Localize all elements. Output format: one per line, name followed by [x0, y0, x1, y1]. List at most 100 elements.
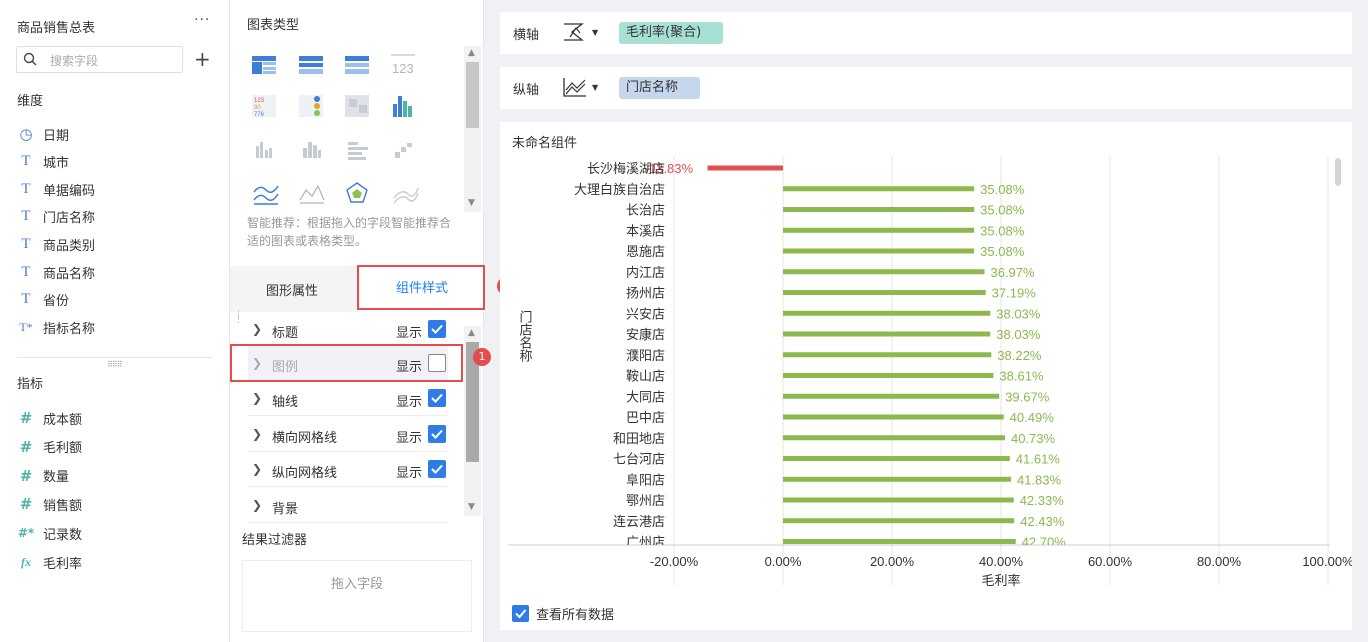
view-all-data[interactable]: 查看所有数据: [512, 604, 614, 623]
dim-field-1[interactable]: T 城市: [17, 152, 69, 172]
app: 商品销售总表 ··· 搜索字段 + 维度 ◷ 日期 T 城市 T 单据编码 T 门店名称 T 商品…: [0, 0, 1368, 642]
bar[interactable]: [783, 373, 994, 378]
bar[interactable]: [783, 393, 1000, 399]
sort-axis-icon[interactable]: [562, 21, 588, 43]
number-card-icon[interactable]: 123: [391, 54, 415, 76]
mea-field-2[interactable]: # 数量: [17, 466, 69, 486]
bar[interactable]: [783, 456, 1010, 461]
x-tick-label: 60.00%: [1088, 554, 1133, 569]
chevron-right-icon[interactable]: ❯: [252, 462, 262, 476]
category-label: 七台河店: [613, 453, 665, 468]
bar[interactable]: [783, 435, 1005, 441]
field-label: 指标名称: [43, 321, 96, 337]
chevron-right-icon[interactable]: ❯: [252, 427, 262, 441]
area-line-icon[interactable]: [299, 184, 325, 204]
bar[interactable]: [783, 331, 991, 337]
prop-label: 纵向网格线: [272, 466, 338, 481]
line-chart-icon[interactable]: [253, 185, 279, 205]
line-axis-icon[interactable]: [562, 76, 588, 98]
category-label: 鄂州店: [626, 494, 665, 509]
bar[interactable]: [783, 352, 992, 358]
prop-row-5[interactable]: ❯ 背景: [248, 489, 448, 523]
scroll-up-icon[interactable]: ▲: [468, 48, 475, 58]
scroll-thumb[interactable]: [1335, 158, 1341, 186]
bar[interactable]: [783, 497, 1014, 503]
show-checkbox[interactable]: [428, 425, 446, 443]
bar[interactable]: [783, 290, 986, 295]
table-group-icon[interactable]: [299, 56, 323, 74]
show-checkbox[interactable]: [428, 460, 446, 478]
table-cross-icon[interactable]: [345, 56, 369, 74]
chevron-right-icon[interactable]: ❯: [252, 391, 262, 405]
table-detail-icon[interactable]: [252, 56, 276, 74]
bar[interactable]: [707, 165, 783, 171]
scroll-down-icon[interactable]: ▼: [468, 198, 475, 208]
mea-field-4[interactable]: #* 记录数: [17, 523, 82, 543]
mea-field-3[interactable]: # 销售额: [17, 494, 82, 514]
prop-row-4[interactable]: ❯ 纵向网格线 显示: [248, 453, 448, 487]
view-all-checkbox[interactable]: [512, 605, 529, 622]
prop-label: 背景: [272, 502, 299, 517]
bar-chart-color-icon[interactable]: [393, 96, 412, 117]
y-axis-field-pill[interactable]: 门店名称: [619, 77, 701, 99]
bar[interactable]: [783, 539, 1016, 544]
bar[interactable]: [783, 186, 975, 192]
bar[interactable]: [783, 310, 991, 316]
horizontal-bar-icon[interactable]: [348, 142, 368, 160]
bar[interactable]: [783, 414, 1004, 420]
heatmap-icon[interactable]: [345, 95, 369, 117]
prop-row-0[interactable]: ❯ 标题 显示: [248, 313, 448, 347]
more-icon[interactable]: ···: [194, 12, 210, 28]
bar[interactable]: [783, 207, 975, 212]
tab-graph-props[interactable]: 图形属性: [266, 280, 318, 299]
dim-field-6[interactable]: T 省份: [17, 290, 69, 310]
bar-value-label: 40.73%: [1011, 431, 1056, 446]
mea-field-5[interactable]: fx 毛利率: [17, 552, 82, 572]
mea-field-1[interactable]: # 毛利额: [17, 437, 82, 457]
stream-chart-icon[interactable]: [393, 187, 419, 204]
bar[interactable]: [783, 518, 1015, 524]
chevron-right-icon[interactable]: ❯: [252, 498, 262, 512]
svg-text:90: 90: [254, 105, 261, 111]
dim-field-2[interactable]: T 单据编码: [17, 179, 95, 199]
dim-field-7[interactable]: T* 指标名称: [17, 317, 95, 337]
bar[interactable]: [783, 269, 985, 275]
show-checkbox[interactable]: [428, 320, 446, 338]
field-label: 毛利额: [43, 441, 83, 457]
radar-chart-icon[interactable]: [346, 182, 368, 203]
dim-field-0[interactable]: ◷ 日期: [17, 124, 69, 144]
chart-scrollbar[interactable]: [1334, 156, 1342, 586]
chevron-right-icon[interactable]: ❯: [252, 322, 262, 336]
dim-field-3[interactable]: T 门店名称: [17, 207, 95, 227]
bar[interactable]: [783, 227, 975, 233]
add-icon[interactable]: +: [194, 49, 211, 69]
waterfall-icon[interactable]: [395, 143, 412, 158]
field-label: 商品名称: [43, 266, 96, 282]
chevron-down-icon[interactable]: ▼: [592, 83, 598, 92]
bar[interactable]: [783, 248, 975, 254]
scroll-up-icon[interactable]: ▲: [468, 328, 475, 338]
resize-grip-icon[interactable]: ⠿⠿⠿: [107, 360, 123, 369]
dim-field-5[interactable]: T 商品名称: [17, 262, 95, 282]
x-axis-field-pill[interactable]: 毛利率(聚合): [619, 22, 724, 44]
bar[interactable]: [783, 476, 1011, 482]
prop-row-3[interactable]: ❯ 横向网格线 显示: [248, 418, 448, 452]
hash-icon: #: [19, 466, 33, 485]
scroll-down-icon[interactable]: ▼: [468, 502, 475, 512]
prop-row-2[interactable]: ❯ 轴线 显示: [248, 382, 448, 416]
filter-drop-zone[interactable]: 拖入字段: [242, 560, 472, 632]
grouped-bar-icon[interactable]: [256, 142, 272, 158]
dim-field-4[interactable]: T 商品类别: [17, 234, 95, 254]
mea-field-0[interactable]: # 成本额: [17, 408, 82, 428]
show-checkbox[interactable]: [428, 389, 446, 407]
stacked-bar-icon[interactable]: [303, 142, 321, 158]
show-label: 显示: [396, 395, 423, 410]
dot-table-icon[interactable]: [299, 95, 323, 117]
colored-table-icon[interactable]: 12390776: [252, 95, 276, 118]
search-field[interactable]: 搜索字段: [16, 46, 183, 73]
chart-type-scrollbar[interactable]: ▲ ▼: [464, 46, 481, 212]
chevron-down-icon[interactable]: ▼: [592, 28, 598, 37]
x-axis-bar: 横轴 ▼ 毛利率(聚合): [500, 12, 1352, 54]
scroll-thumb[interactable]: [466, 62, 479, 128]
drag-handle-icon[interactable]: ⋮ ⋮: [234, 311, 243, 325]
